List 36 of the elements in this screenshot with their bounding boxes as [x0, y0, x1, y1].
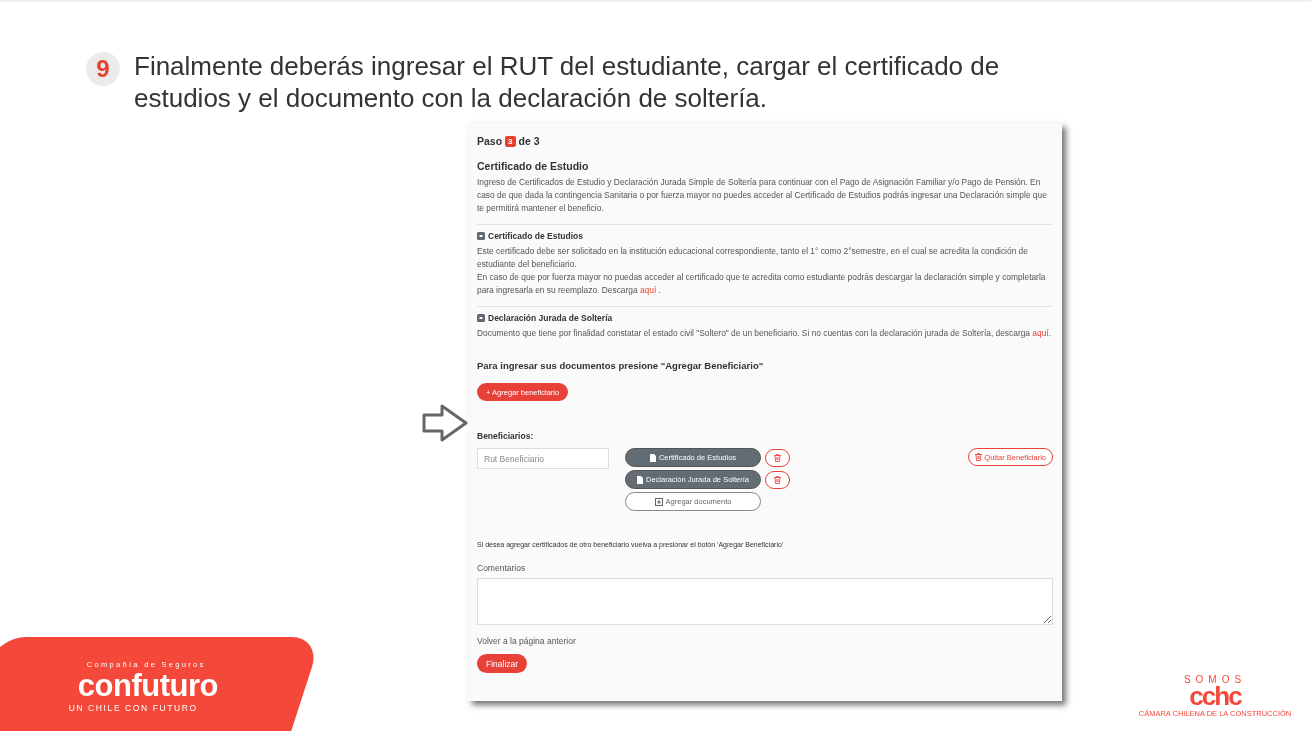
- comments-label: Comentarios: [477, 563, 527, 573]
- collapse-icon[interactable]: [477, 232, 485, 240]
- step-number: 9: [86, 52, 120, 86]
- logo-tagline: UN CHILE CON FUTURO: [68, 703, 198, 713]
- beneficiaries-label: Beneficiarios:: [477, 431, 535, 441]
- section-title: Declaración Jurada de Soltería: [488, 313, 613, 323]
- step-badge: 3: [505, 135, 516, 147]
- section-text: En caso de que por fuerza mayor no puedas acceder al certificado que te acredita como estudiante podrás descargar la declaración simple y completarla para ingresarla en su reemplazo. Descarga aquí .: [477, 271, 1047, 297]
- section-text: Este certificado debe ser solicitado en la institución educacional correspondiente, tanto el 1° como 2°semestre, en el cual se acredita la condición de estudiante del beneficiario.: [477, 245, 1029, 271]
- step-total: de 3: [518, 135, 540, 147]
- intro-text: Ingreso de Certificados de Estudio y Declaración Jurada Simple de Soltería para continuar con el Pago de Asignación Familiar y/o Pago de Pensión. En caso de que dada la contingencia Sanitaria o por fuerza mayor no puedes acceder al Certificado de Estudios podrás ingresar una Declaración simple que te permitirá mantener el beneficio.: [477, 176, 1048, 215]
- instruction-text: Finalmente deberás ingresar el RUT del estudiante, cargar el certificado de estudios y el documento con la declaración de soltería.: [134, 50, 1001, 114]
- finish-button[interactable]: Finalizar: [477, 654, 528, 673]
- download-link[interactable]: aquí: [1032, 328, 1049, 338]
- form-title: Certificado de Estudio: [477, 160, 590, 172]
- section-title: Certificado de Estudios: [488, 231, 583, 241]
- delete-button[interactable]: [765, 470, 790, 489]
- section-text: Documento que tiene por finalidad constatar el estado civil "Soltero" de un beneficiario. Si no cuentas con la declaración jurada de Soltería, descarga aquí.: [477, 327, 1052, 340]
- file-icon: [649, 453, 656, 462]
- step-label: Paso: [477, 135, 503, 147]
- download-link[interactable]: aquí: [639, 285, 657, 295]
- trash-icon: [774, 475, 781, 484]
- trash-icon: [975, 453, 983, 461]
- logo-wordmark: cchc: [1189, 685, 1241, 707]
- back-link[interactable]: Volver a la página anterior: [477, 636, 1053, 646]
- prompt-text: Para ingresar sus documentos presione "Agregar Beneficiario": [477, 360, 765, 371]
- comments-field[interactable]: [477, 578, 1053, 625]
- logo-kicker: SOMOS: [1183, 674, 1247, 685]
- plus-square-icon: [654, 497, 663, 506]
- arrow-icon: [422, 404, 468, 442]
- logo-wordmark: confuturo: [77, 668, 218, 704]
- trash-icon: [774, 453, 781, 462]
- delete-button[interactable]: [765, 448, 790, 467]
- file-icon: [637, 475, 643, 484]
- rut-field[interactable]: Rut Beneficiario: [477, 448, 609, 469]
- collapse-icon[interactable]: [477, 314, 485, 322]
